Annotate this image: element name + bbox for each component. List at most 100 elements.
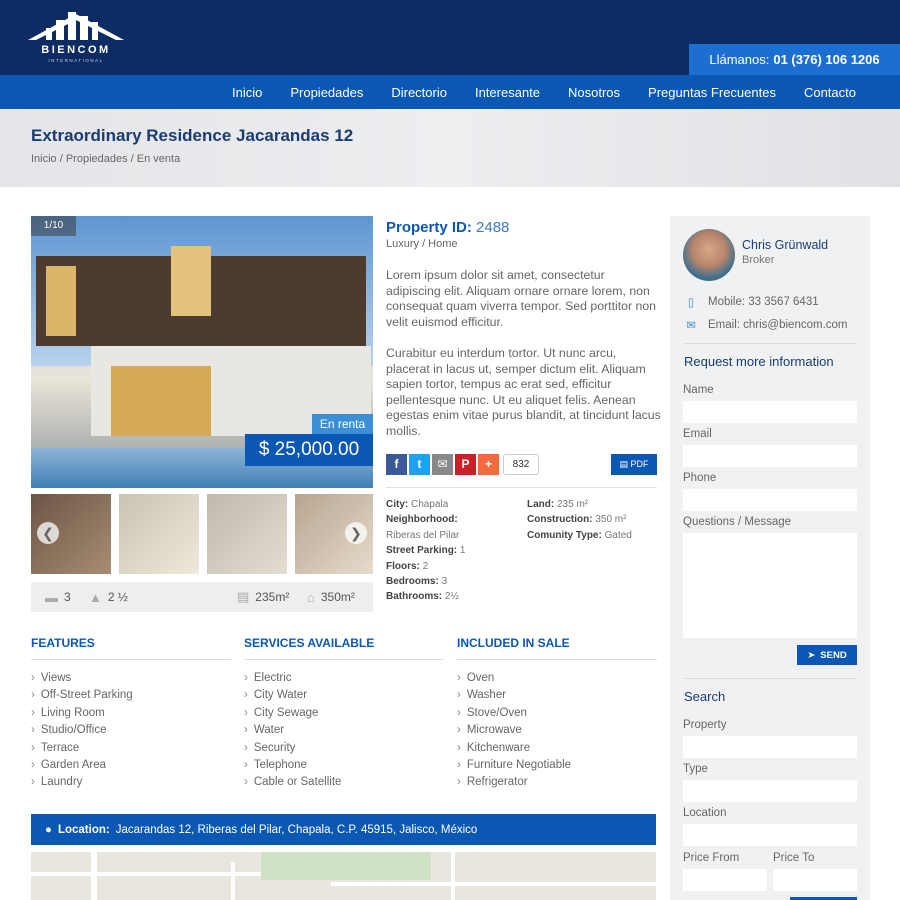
thumbnail[interactable] xyxy=(207,494,287,574)
property-id: Property ID: 2488 xyxy=(386,219,509,236)
agent-role: Broker xyxy=(742,254,775,266)
email-share-icon[interactable]: ✉ xyxy=(432,454,453,475)
property-id-label: Property ID: xyxy=(386,219,472,236)
search-heading: Search xyxy=(684,689,726,704)
page-title: Extraordinary Residence Jacarandas 12 xyxy=(31,126,354,145)
price-from-label: Price From xyxy=(683,852,740,864)
bedrooms-value: 3 xyxy=(441,576,448,588)
nav-preguntas-frecuentes[interactable]: Preguntas Frecuentes xyxy=(634,85,790,100)
description-paragraph: Lorem ipsum dolor sit amet, consectetur … xyxy=(386,268,656,329)
price-from-field[interactable] xyxy=(683,869,767,891)
location-address: Jacarandas 12, Riberas del Pilar, Chapal… xyxy=(115,823,478,836)
pinterest-icon[interactable]: P xyxy=(455,454,476,475)
list-item: Furniture Negotiable xyxy=(457,757,657,774)
phone-label: Phone xyxy=(683,472,717,484)
pdf-button[interactable]: ▤ PDF xyxy=(611,454,657,475)
specs-bar: ▬ 3 ▲ 2 ½ ▤ 235m² ⌂ 350m² xyxy=(31,582,373,612)
nav-contacto[interactable]: Contacto xyxy=(790,85,870,100)
divider xyxy=(386,487,657,488)
title-band: Extraordinary Residence Jacarandas 12 In… xyxy=(0,109,900,187)
send-button[interactable]: ➤ SEND xyxy=(797,645,857,665)
envelope-icon: ✉ xyxy=(686,320,696,332)
type-select[interactable] xyxy=(683,780,857,802)
list-item: City Sewage xyxy=(244,705,444,722)
twitter-icon[interactable]: t xyxy=(409,454,430,475)
chevron-left-icon[interactable]: ❮ xyxy=(37,522,59,544)
thumbnail-strip: ❮ ❯ xyxy=(31,494,373,574)
baths-spec: ▲ 2 ½ xyxy=(89,582,128,612)
breadcrumb[interactable]: Inicio / Propiedades / En venta xyxy=(31,153,180,165)
shower-icon: ▲ xyxy=(89,589,102,605)
pdf-icon: ▤ xyxy=(619,459,628,469)
list-item: Kitchenware xyxy=(457,740,657,757)
brand-subtitle: INTERNATIONAL xyxy=(48,58,104,63)
name-field[interactable] xyxy=(683,401,857,423)
paper-plane-icon: ➤ xyxy=(807,649,816,661)
services-column: SERVICES AVAILABLE Electric City Water C… xyxy=(244,636,444,792)
price-tag: $ 25,000.00 xyxy=(245,434,373,466)
status-badge: En renta xyxy=(312,414,373,434)
land-value-detail: 235 m² xyxy=(557,499,589,510)
nav-nosotros[interactable]: Nosotros xyxy=(554,85,634,100)
facebook-icon[interactable]: f xyxy=(386,454,407,475)
name-label: Name xyxy=(683,384,714,396)
property-search-field[interactable] xyxy=(683,736,857,758)
floors-value: 2 xyxy=(422,560,429,572)
list-item: Water xyxy=(244,722,444,739)
main-nav: Inicio Propiedades Directorio Interesant… xyxy=(0,75,900,109)
email-text[interactable]: Email: chris@biencom.com xyxy=(708,319,848,331)
location-bar: ● Location: Jacarandas 12, Riberas del P… xyxy=(31,814,656,845)
biencom-logo[interactable]: BIENCOM INTERNATIONAL xyxy=(26,6,126,66)
agent-name[interactable]: Chris Grünwald xyxy=(742,238,828,252)
list-item: Laundry xyxy=(31,774,231,791)
list-item: Security xyxy=(244,740,444,757)
land-spec: ▤ 235m² xyxy=(237,582,289,612)
location-filter-label: Location xyxy=(683,807,727,819)
construction-spec: ⌂ 350m² xyxy=(307,582,355,612)
nav-propiedades[interactable]: Propiedades xyxy=(276,85,377,100)
list-item: Studio/Office xyxy=(31,722,231,739)
neighborhood-label: Neighborhood: xyxy=(386,514,458,526)
features-heading: FEATURES xyxy=(31,636,231,660)
email-field[interactable] xyxy=(683,445,857,467)
phone-field[interactable] xyxy=(683,489,857,511)
street-parking-value: 1 xyxy=(459,545,466,557)
location-select[interactable] xyxy=(683,824,857,846)
list-item: Oven xyxy=(457,670,657,687)
city-value: Chapala xyxy=(411,499,449,510)
thumbnail[interactable] xyxy=(119,494,199,574)
bathrooms-value: 2½ xyxy=(444,591,459,603)
included-column: INCLUDED IN SALE Oven Washer Stove/Oven … xyxy=(457,636,657,792)
bedrooms-label: Bedrooms: xyxy=(386,576,439,588)
description-paragraph: Curabitur eu interdum tortor. Ut nunc ar… xyxy=(386,346,661,438)
nav-directorio[interactable]: Directorio xyxy=(377,85,461,100)
call-label: Llámanos: xyxy=(709,52,770,67)
divider xyxy=(684,343,857,344)
property-id-value: 2488 xyxy=(476,219,510,236)
request-info-heading: Request more information xyxy=(684,354,834,369)
beds-spec: ▬ 3 xyxy=(45,582,71,612)
nav-interesante[interactable]: Interesante xyxy=(461,85,554,100)
beds-value: 3 xyxy=(64,590,71,604)
list-item: Living Room xyxy=(31,705,231,722)
call-number[interactable]: 01 (376) 106 1206 xyxy=(773,52,879,67)
more-share-icon[interactable]: + xyxy=(478,454,499,475)
location-label: Location: xyxy=(57,823,110,836)
top-header: BIENCOM INTERNATIONAL Llámanos: 01 (376)… xyxy=(0,0,900,75)
call-box[interactable]: Llámanos: 01 (376) 106 1206 xyxy=(689,44,900,75)
land-value: 235m² xyxy=(255,590,290,604)
nav-inicio[interactable]: Inicio xyxy=(218,85,276,100)
services-heading: SERVICES AVAILABLE xyxy=(244,636,444,660)
message-textarea[interactable] xyxy=(683,533,857,638)
chevron-right-icon[interactable]: ❯ xyxy=(345,522,367,544)
list-item: City Water xyxy=(244,687,444,704)
community-value: Gated xyxy=(604,529,632,541)
agent-email: ✉ Email: chris@biencom.com xyxy=(684,318,848,332)
list-item: Refrigerator xyxy=(457,774,657,791)
price-to-field[interactable] xyxy=(773,869,857,891)
type-label: Type xyxy=(683,763,708,775)
location-map[interactable] xyxy=(31,852,656,900)
details-left: City: Chapala Neighborhood: Riberas del … xyxy=(386,497,526,605)
community-label: Comunity Type: xyxy=(527,529,602,541)
included-heading: INCLUDED IN SALE xyxy=(457,636,657,660)
